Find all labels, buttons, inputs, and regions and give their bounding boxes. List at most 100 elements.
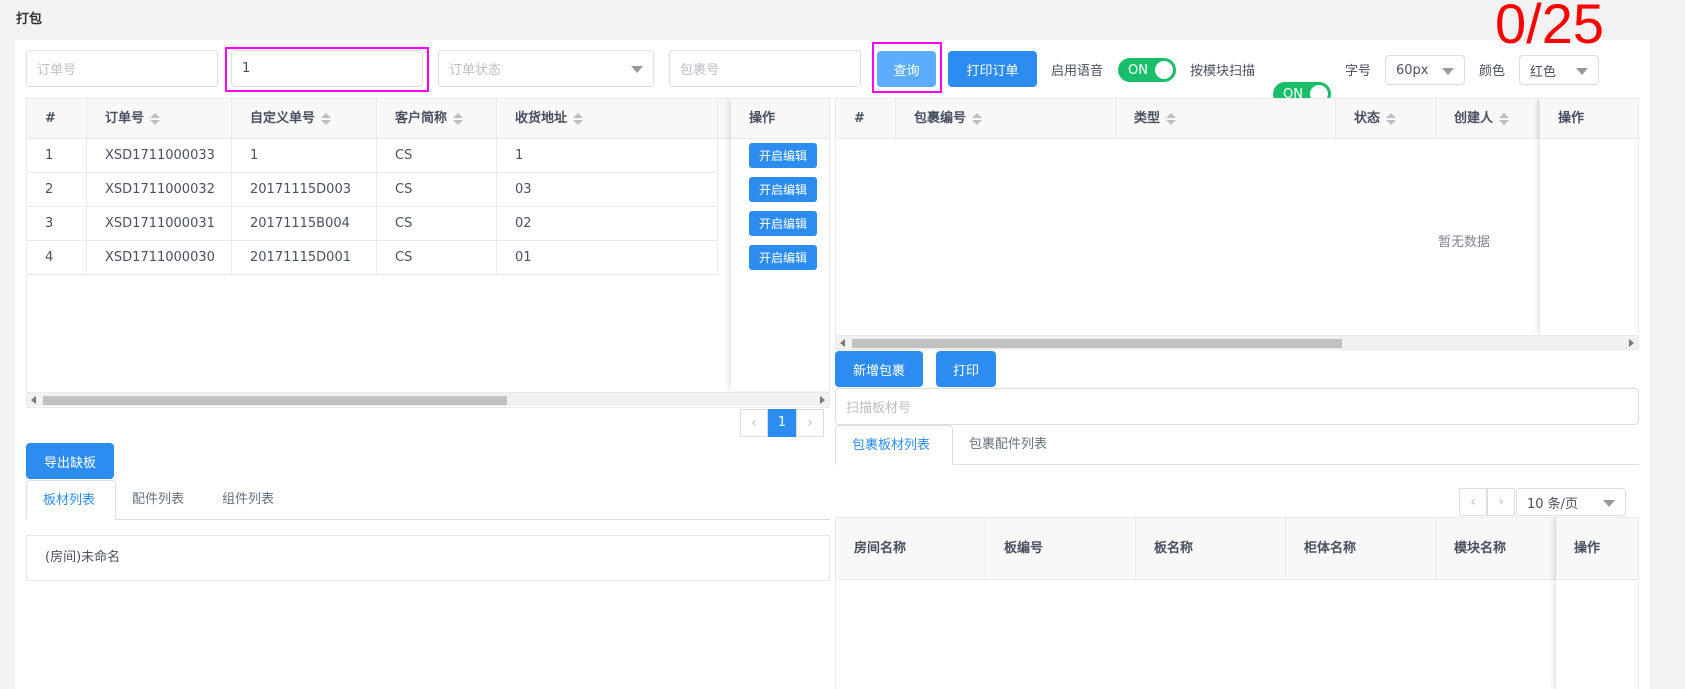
col-address[interactable]: 收货地址 bbox=[497, 99, 718, 139]
voice-switch[interactable]: ON bbox=[1118, 58, 1176, 82]
query-button[interactable]: 查询 bbox=[877, 51, 936, 87]
scroll-left-icon[interactable] bbox=[31, 396, 36, 404]
sort-icon[interactable] bbox=[1386, 112, 1397, 125]
packages-table-header: # 包裹编号 类型 状态 创建人 bbox=[836, 99, 1638, 139]
table-row[interactable]: 2 XSD1711000032 20171115D003 CS 03 bbox=[27, 173, 718, 207]
order-no-input[interactable]: 订单号 bbox=[26, 50, 218, 87]
col-client[interactable]: 客户简称 bbox=[377, 99, 497, 139]
package-board-table: 房间名称 板编号 板名称 柜体名称 模块名称 操作 bbox=[835, 517, 1639, 689]
enable-edit-button[interactable]: 开启编辑 bbox=[749, 245, 817, 270]
col-cabinet-name: 柜体名称 bbox=[1286, 518, 1436, 580]
sort-icon[interactable] bbox=[573, 112, 584, 125]
cell-client: CS bbox=[377, 241, 497, 275]
sort-icon[interactable] bbox=[1166, 112, 1177, 125]
cell-client: CS bbox=[377, 173, 497, 207]
chevron-down-icon bbox=[1442, 68, 1454, 75]
next-page-button[interactable]: › bbox=[796, 409, 824, 437]
color-label: 颜色 bbox=[1479, 64, 1506, 79]
col-custom-no-label: 自定义单号 bbox=[250, 111, 316, 126]
table-row[interactable]: 3 XSD1711000031 20171115B004 CS 02 bbox=[27, 207, 718, 241]
col-type[interactable]: 类型 bbox=[1116, 99, 1336, 139]
order-status-placeholder: 订单状态 bbox=[449, 63, 502, 78]
tab-parts[interactable]: 配件列表 bbox=[116, 480, 200, 520]
cell-index: 4 bbox=[27, 241, 87, 275]
col-index: # bbox=[836, 99, 896, 139]
col-room-name: 房间名称 bbox=[836, 518, 986, 580]
table-row[interactable]: 4 XSD1711000030 20171115D001 CS 01 bbox=[27, 241, 718, 275]
voice-switch-text: ON bbox=[1128, 62, 1148, 78]
sort-icon[interactable] bbox=[1499, 112, 1510, 125]
col-order-no-label: 订单号 bbox=[105, 111, 145, 126]
col-order-no[interactable]: 订单号 bbox=[87, 99, 232, 139]
col-custom-no[interactable]: 自定义单号 bbox=[232, 99, 377, 139]
sort-icon[interactable] bbox=[972, 112, 983, 125]
col-status[interactable]: 状态 bbox=[1336, 99, 1436, 139]
col-package-no-label: 包裹编号 bbox=[914, 111, 967, 126]
sort-icon[interactable] bbox=[453, 112, 464, 125]
orders-action-column: 操作 开启编辑 开启编辑 开启编辑 开启编辑 bbox=[731, 99, 829, 391]
add-package-button[interactable]: 新增包裹 bbox=[835, 351, 923, 387]
left-tabs: 板材列表 配件列表 组件列表 bbox=[26, 480, 830, 520]
page-size-value: 10 条/页 bbox=[1527, 496, 1579, 512]
tab-package-parts[interactable]: 包裹配件列表 bbox=[953, 425, 1063, 465]
col-client-label: 客户简称 bbox=[395, 111, 448, 126]
enable-edit-button[interactable]: 开启编辑 bbox=[749, 177, 817, 202]
cell-custom-no: 20171115D001 bbox=[232, 241, 377, 275]
tab-components[interactable]: 组件列表 bbox=[206, 480, 290, 520]
scan-board-input[interactable]: 扫描板材号 bbox=[835, 388, 1639, 425]
orders-table: # 订单号 自定义单号 客户简称 收货地址 1 XSD1711000033 1 … bbox=[26, 98, 830, 408]
tab-boards[interactable]: 板材列表 bbox=[26, 480, 116, 520]
color-select[interactable]: 红色 bbox=[1519, 55, 1599, 85]
print-button[interactable]: 打印 bbox=[936, 351, 996, 387]
export-missing-button[interactable]: 导出缺板 bbox=[26, 443, 114, 479]
col-index: # bbox=[27, 99, 87, 139]
scroll-thumb[interactable] bbox=[852, 339, 1342, 348]
cell-order-no: XSD1711000033 bbox=[87, 139, 232, 173]
chevron-down-icon bbox=[631, 66, 643, 73]
orders-table-header: # 订单号 自定义单号 客户简称 收货地址 bbox=[27, 99, 829, 139]
next-page-button[interactable]: › bbox=[1487, 488, 1515, 516]
col-creator[interactable]: 创建人 bbox=[1436, 99, 1538, 139]
orders-h-scrollbar[interactable] bbox=[27, 392, 829, 406]
page-size-select[interactable]: 10 条/页 bbox=[1516, 488, 1626, 516]
module-scan-label: 按模块扫描 bbox=[1190, 64, 1256, 79]
cell-address: 1 bbox=[497, 139, 718, 173]
prev-page-button[interactable]: ‹ bbox=[740, 409, 768, 437]
custom-no-input[interactable]: 1 bbox=[231, 50, 423, 87]
table-row[interactable]: 1 XSD1711000033 1 CS 1 bbox=[27, 139, 718, 173]
scroll-right-icon[interactable] bbox=[820, 396, 825, 404]
sort-icon[interactable] bbox=[150, 112, 161, 125]
print-order-button[interactable]: 打印订单 bbox=[948, 51, 1037, 87]
scroll-right-icon[interactable] bbox=[1629, 339, 1634, 347]
enable-edit-button[interactable]: 开启编辑 bbox=[749, 211, 817, 236]
scroll-left-icon[interactable] bbox=[840, 339, 845, 347]
cell-custom-no: 1 bbox=[232, 139, 377, 173]
sort-icon[interactable] bbox=[321, 112, 332, 125]
col-board-no: 板编号 bbox=[986, 518, 1136, 580]
cell-custom-no: 20171115D003 bbox=[232, 173, 377, 207]
empty-state-text: 暂无数据 bbox=[1438, 235, 1491, 250]
cell-address: 01 bbox=[497, 241, 718, 275]
package-no-input[interactable]: 包裹号 bbox=[669, 50, 861, 87]
order-status-select[interactable]: 订单状态 bbox=[438, 50, 654, 87]
chevron-down-icon bbox=[1576, 68, 1588, 75]
scan-counter: 0/25 bbox=[1495, 0, 1604, 55]
col-address-label: 收货地址 bbox=[515, 111, 568, 126]
col-action: 操作 bbox=[1556, 518, 1638, 580]
chevron-down-icon bbox=[1603, 500, 1615, 507]
col-action: 操作 bbox=[1540, 99, 1638, 139]
col-action: 操作 bbox=[731, 99, 829, 139]
tab-package-boards[interactable]: 包裹板材列表 bbox=[835, 425, 953, 465]
col-package-no[interactable]: 包裹编号 bbox=[896, 99, 1116, 139]
prev-page-button[interactable]: ‹ bbox=[1459, 488, 1487, 516]
page-number-current[interactable]: 1 bbox=[768, 409, 796, 437]
packages-action-column: 操作 bbox=[1540, 99, 1638, 335]
scroll-thumb[interactable] bbox=[43, 396, 507, 405]
packages-table: # 包裹编号 类型 状态 创建人 暂无数据 操作 bbox=[835, 98, 1639, 350]
cell-order-no: XSD1711000031 bbox=[87, 207, 232, 241]
packages-h-scrollbar[interactable] bbox=[836, 335, 1638, 349]
font-size-select[interactable]: 60px bbox=[1385, 55, 1465, 85]
cell-custom-no: 20171115B004 bbox=[232, 207, 377, 241]
enable-edit-button[interactable]: 开启编辑 bbox=[749, 143, 817, 168]
room-list-item[interactable]: (房间)未命名 bbox=[26, 535, 830, 581]
